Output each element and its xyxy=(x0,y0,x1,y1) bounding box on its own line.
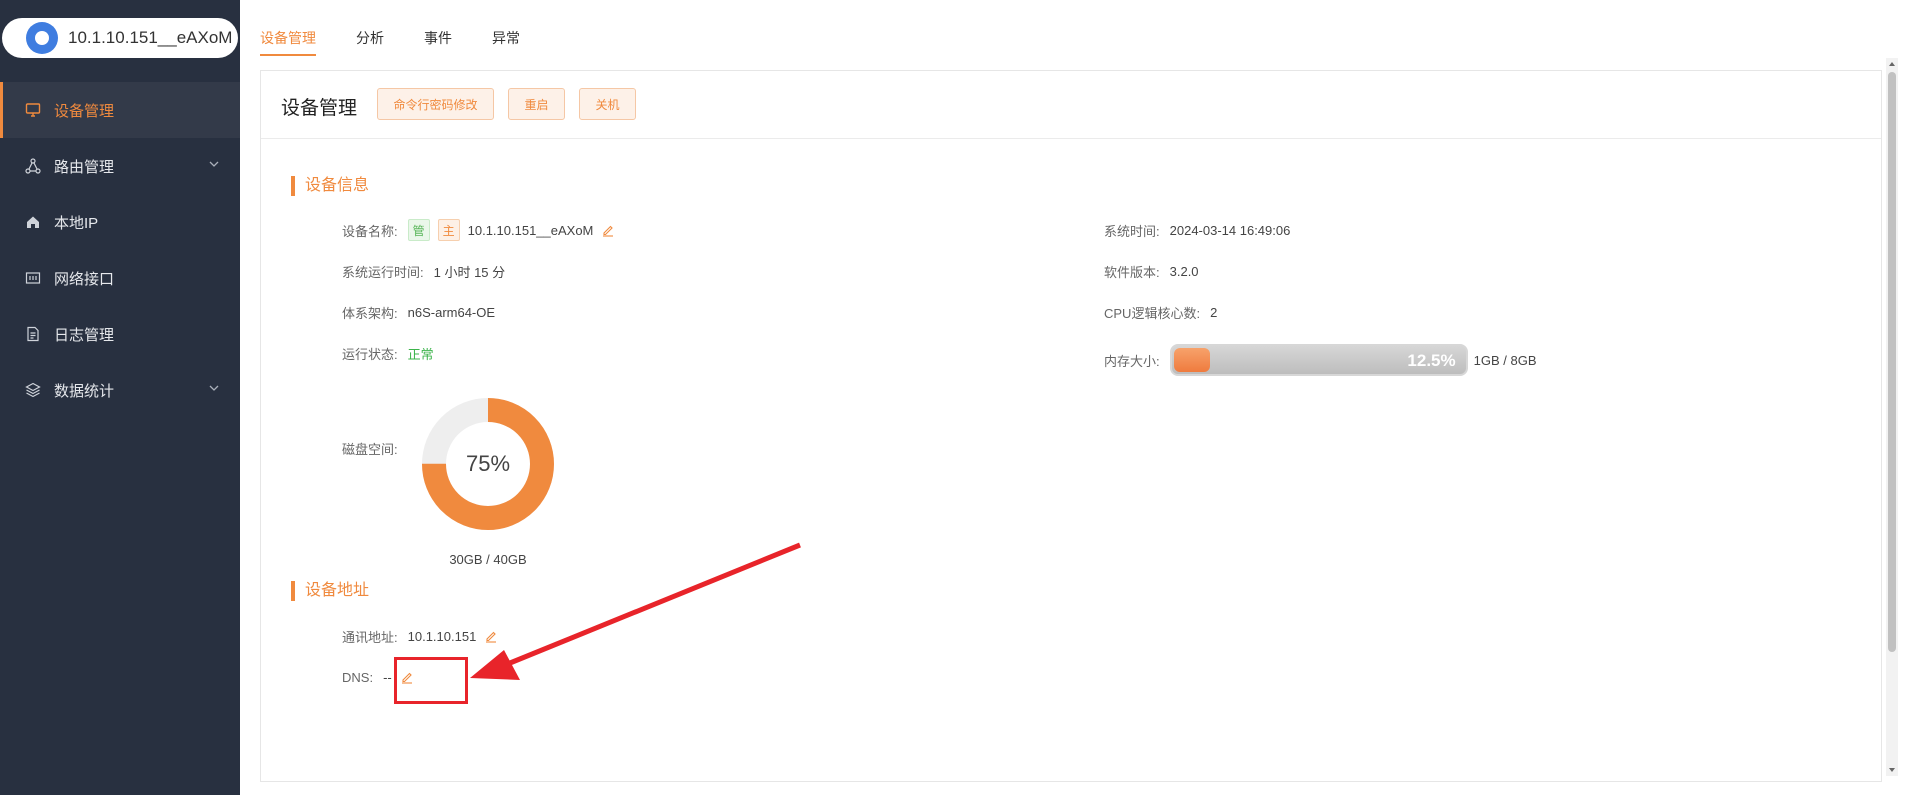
annotation-arrow-shaft xyxy=(509,542,801,666)
annotation-arrow-head xyxy=(470,650,520,680)
annotation-arrow xyxy=(470,542,801,680)
